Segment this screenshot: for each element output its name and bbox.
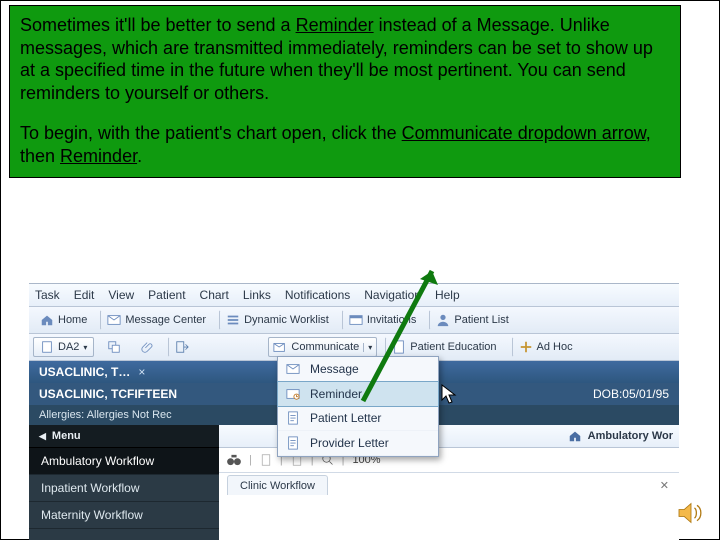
- sidebar-item-inpatient[interactable]: Inpatient Workflow: [29, 475, 219, 502]
- dropdown-label: Message: [310, 362, 359, 376]
- dropdown-label: Provider Letter: [310, 436, 389, 450]
- home-icon: [568, 429, 582, 443]
- reminder-icon: [286, 387, 300, 401]
- callout-text: To begin, with the patient's chart open,…: [20, 123, 402, 143]
- menu-navigation[interactable]: Navigation: [364, 288, 421, 302]
- patient-education-label: Patient Education: [410, 341, 496, 353]
- attach-button[interactable]: [134, 337, 162, 357]
- invitations-button[interactable]: Invitations: [342, 310, 424, 330]
- patient-education-button[interactable]: Patient Education: [385, 337, 503, 357]
- dropdown-label: Reminder: [310, 387, 362, 401]
- page-title: Ambulatory Wor: [568, 429, 673, 443]
- toolbar-row-1: Home Message Center Dynamic Worklist Inv…: [29, 307, 679, 334]
- home-label: Home: [58, 314, 87, 326]
- communicate-button[interactable]: Communicate ▾: [268, 337, 377, 357]
- sidebar-item-label: Inpatient Workflow: [41, 481, 140, 495]
- adhoc-label: Ad Hoc: [537, 341, 573, 353]
- callout-keyword-dropdown: Communicate dropdown arrow: [402, 123, 646, 143]
- dynamic-worklist-label: Dynamic Worklist: [244, 314, 329, 326]
- callout-text: Sometimes it'll be better to send a: [20, 15, 296, 35]
- dob-label: DOB:: [593, 387, 622, 401]
- paperclip-icon: [141, 340, 155, 354]
- dropdown-item-reminder[interactable]: Reminder: [277, 381, 439, 407]
- page-icon[interactable]: [260, 454, 272, 466]
- callout-text: .: [137, 146, 142, 166]
- callout-keyword-reminder: Reminder: [296, 15, 374, 35]
- page-title-text: Ambulatory Wor: [588, 430, 673, 442]
- dropdown-item-provider-letter[interactable]: Provider Letter: [278, 431, 438, 456]
- adhoc-button[interactable]: Ad Hoc: [512, 337, 580, 357]
- message-center-label: Message Center: [125, 314, 206, 326]
- clipboard-icon: [40, 340, 54, 354]
- communicate-label: Communicate: [291, 341, 359, 353]
- menu-patient[interactable]: Patient: [148, 288, 185, 302]
- sidebar-menu-header[interactable]: ◀ Menu: [29, 425, 219, 448]
- tear-off-button[interactable]: [100, 337, 128, 357]
- communicate-dropdown-menu: Message Reminder Patient Letter Provider…: [277, 356, 439, 457]
- chevron-down-icon: ▾: [83, 343, 87, 352]
- dob-value: 05/01/95: [622, 387, 669, 401]
- patient-list-label: Patient List: [454, 314, 508, 326]
- da2-label: DA2: [58, 341, 79, 353]
- dropdown-item-patient-letter[interactable]: Patient Letter: [278, 406, 438, 431]
- patient-dob: DOB:05/01/95: [593, 387, 669, 401]
- menu-edit[interactable]: Edit: [74, 288, 95, 302]
- exit-button[interactable]: [168, 337, 196, 357]
- menu-task[interactable]: Task: [35, 288, 60, 302]
- sidebar-item-ambulatory[interactable]: Ambulatory Workflow: [29, 448, 219, 475]
- allergies-text: Allergies: Allergies Not Rec: [39, 409, 172, 421]
- message-center-button[interactable]: Message Center: [100, 310, 213, 330]
- workflow-tabs: Clinic Workflow ✕: [219, 473, 679, 497]
- window-icon: [107, 340, 121, 354]
- patient-tab-label: USACLINIC, T…: [39, 365, 130, 379]
- tab-label: Clinic Workflow: [240, 480, 315, 492]
- da2-button[interactable]: DA2 ▾: [33, 337, 94, 357]
- instruction-callout: Sometimes it'll be better to send a Remi…: [9, 5, 681, 178]
- dropdown-item-message[interactable]: Message: [278, 357, 438, 382]
- sidebar-menu-label: Menu: [52, 430, 81, 442]
- letter-icon: [286, 411, 300, 425]
- patient-list-button[interactable]: Patient List: [429, 310, 515, 330]
- card-icon: [349, 313, 363, 327]
- menu-chart[interactable]: Chart: [200, 288, 229, 302]
- close-tab-icon[interactable]: ×: [138, 365, 145, 379]
- menu-help[interactable]: Help: [435, 288, 460, 302]
- menu-links[interactable]: Links: [243, 288, 271, 302]
- dropdown-label: Patient Letter: [310, 411, 381, 425]
- mouse-cursor-icon: [441, 384, 459, 406]
- document-icon: [392, 340, 406, 354]
- close-icon[interactable]: ✕: [660, 479, 669, 492]
- callout-keyword-reminder2: Reminder: [60, 146, 137, 166]
- chevron-left-icon: ◀: [39, 431, 46, 442]
- list-icon: [226, 313, 240, 327]
- binoculars-icon[interactable]: [227, 454, 241, 466]
- chart-sidebar: ◀ Menu Ambulatory Workflow Inpatient Wor…: [29, 425, 219, 540]
- menu-view[interactable]: View: [108, 288, 134, 302]
- home-icon: [40, 313, 54, 327]
- sidebar-item-label: Ambulatory Workflow: [41, 454, 154, 468]
- invitations-label: Invitations: [367, 314, 417, 326]
- menu-bar: Task Edit View Patient Chart Links Notif…: [29, 284, 679, 307]
- sidebar-item-maternity[interactable]: Maternity Workflow: [29, 502, 219, 529]
- sidebar-item-label: Maternity Workflow: [41, 508, 143, 522]
- dynamic-worklist-button[interactable]: Dynamic Worklist: [219, 310, 336, 330]
- patient-name: USACLINIC, TCFIFTEEN: [39, 387, 177, 401]
- toolbar-separator: |: [249, 454, 252, 466]
- message-icon: [286, 362, 300, 376]
- home-button[interactable]: Home: [33, 310, 94, 330]
- ehr-application-window: Task Edit View Patient Chart Links Notif…: [29, 283, 679, 534]
- person-icon: [436, 313, 450, 327]
- letter-icon: [286, 436, 300, 450]
- tab-clinic-workflow[interactable]: Clinic Workflow: [227, 475, 328, 495]
- communicate-icon: [273, 340, 287, 354]
- speaker-icon[interactable]: [677, 501, 705, 525]
- communicate-dropdown-arrow[interactable]: ▾: [363, 343, 372, 352]
- menu-notifications[interactable]: Notifications: [285, 288, 350, 302]
- mail-icon: [107, 313, 121, 327]
- plus-icon: [519, 340, 533, 354]
- exit-icon: [175, 340, 189, 354]
